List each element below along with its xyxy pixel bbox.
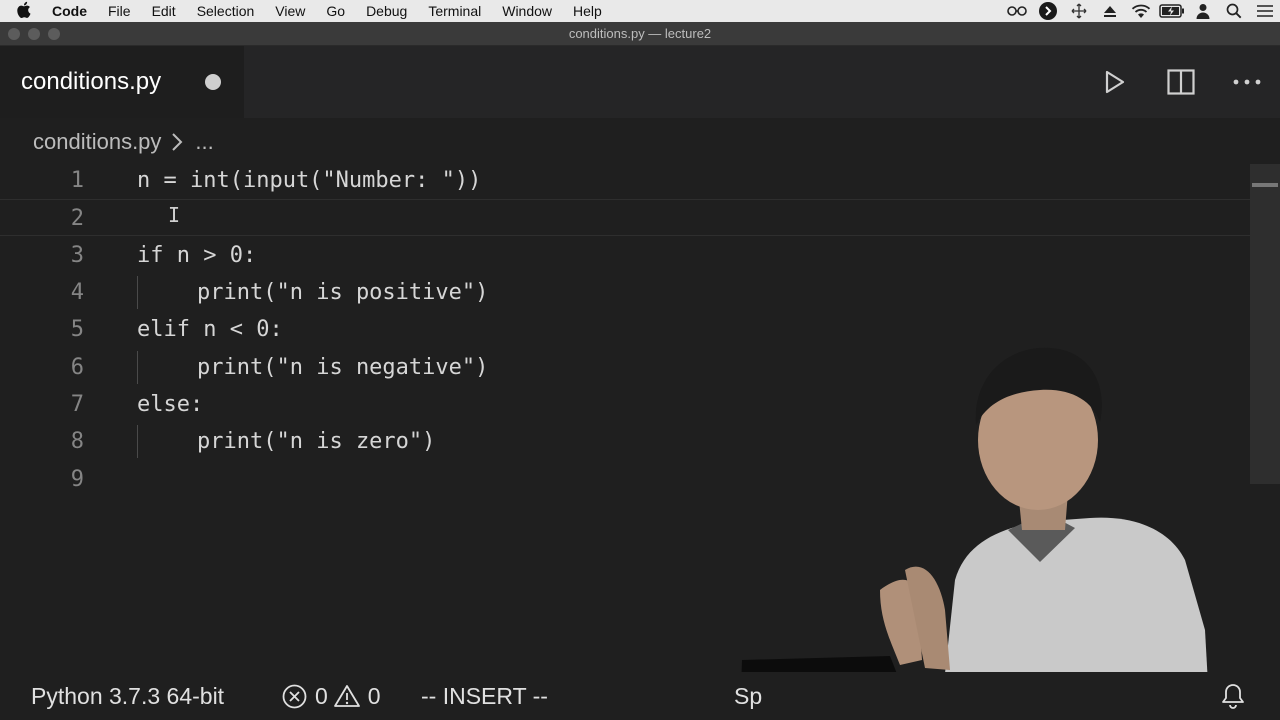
unsaved-dot-icon[interactable] bbox=[205, 74, 221, 90]
breadcrumb-file[interactable]: conditions.py bbox=[33, 129, 161, 155]
code-line[interactable]: 3 if n > 0: bbox=[0, 237, 1250, 274]
line-number: 7 bbox=[70, 392, 84, 417]
indent-guide bbox=[137, 425, 138, 458]
tab-label: conditions.py bbox=[21, 68, 162, 95]
error-count: 0 bbox=[315, 682, 328, 709]
code-text[interactable]: elif n < 0: bbox=[137, 311, 283, 348]
code-text[interactable]: print("n is zero") bbox=[197, 423, 435, 460]
presenter-video bbox=[740, 347, 1210, 720]
menu-view[interactable]: View bbox=[275, 3, 305, 19]
editor-actions bbox=[1082, 46, 1280, 118]
menu-bar-status bbox=[1001, 0, 1280, 22]
line-number: 1 bbox=[70, 168, 84, 193]
status-partial-label: Sp bbox=[734, 682, 763, 709]
scrollbar-cursor-marker bbox=[1252, 183, 1278, 187]
wifi-icon[interactable] bbox=[1125, 4, 1156, 19]
menu-edit[interactable]: Edit bbox=[152, 3, 176, 19]
menu-go[interactable]: Go bbox=[326, 3, 345, 19]
run-icon[interactable] bbox=[1082, 46, 1148, 118]
line-number: 6 bbox=[70, 355, 84, 380]
code-text[interactable]: if n > 0: bbox=[137, 237, 256, 274]
menu-terminal[interactable]: Terminal bbox=[428, 3, 481, 19]
tab-conditions-py[interactable]: conditions.py bbox=[0, 46, 244, 118]
arrow-circle-icon[interactable] bbox=[1032, 2, 1063, 20]
menu-help[interactable]: Help bbox=[573, 3, 602, 19]
code-text[interactable]: n = int(input("Number: ")) bbox=[137, 162, 481, 199]
breadcrumb: conditions.py ... bbox=[33, 126, 214, 158]
code-text[interactable]: print("n is positive") bbox=[197, 274, 488, 311]
interpreter-label: Python 3.7.3 64-bit bbox=[31, 682, 225, 709]
glasses-icon[interactable] bbox=[1001, 5, 1032, 17]
line-number: 3 bbox=[70, 243, 84, 268]
list-icon[interactable] bbox=[1249, 4, 1280, 18]
line-number: 5 bbox=[70, 317, 84, 342]
code-text[interactable]: print("n is negative") bbox=[197, 349, 488, 386]
search-icon[interactable] bbox=[1218, 3, 1249, 19]
vim-mode-label: -- INSERT -- bbox=[421, 682, 548, 709]
battery-icon[interactable] bbox=[1156, 4, 1187, 18]
indent-guide bbox=[137, 351, 138, 384]
warning-icon bbox=[333, 684, 360, 708]
menu-window[interactable]: Window bbox=[502, 3, 552, 19]
title-bar: conditions.py — lecture2 bbox=[0, 22, 1280, 46]
status-item-partial[interactable]: Sp bbox=[734, 672, 762, 720]
python-interpreter[interactable]: Python 3.7.3 64-bit bbox=[31, 672, 224, 720]
line-number: 9 bbox=[70, 467, 84, 492]
user-icon[interactable] bbox=[1187, 3, 1218, 19]
code-text[interactable]: else: bbox=[137, 386, 203, 423]
code-line[interactable]: 1 n = int(input("Number: ")) bbox=[0, 162, 1250, 199]
status-bar: Python 3.7.3 64-bit 0 0 -- INSERT -- Sp bbox=[0, 672, 1280, 720]
vim-mode: -- INSERT -- bbox=[421, 672, 548, 720]
bell-icon[interactable] bbox=[1221, 672, 1245, 720]
menu-selection[interactable]: Selection bbox=[197, 3, 255, 19]
problems-indicator[interactable]: 0 0 bbox=[282, 672, 387, 720]
split-editor-icon[interactable] bbox=[1148, 46, 1214, 118]
eject-icon[interactable] bbox=[1094, 4, 1125, 18]
more-icon[interactable] bbox=[1214, 46, 1280, 118]
menu-file[interactable]: File bbox=[108, 3, 131, 19]
line-number: 2 bbox=[70, 206, 84, 231]
indent-guide bbox=[137, 276, 138, 309]
text-cursor-icon: I bbox=[168, 203, 181, 227]
apple-icon[interactable] bbox=[16, 1, 32, 22]
menu-debug[interactable]: Debug bbox=[366, 3, 407, 19]
code-line[interactable]: 4 print("n is positive") bbox=[0, 274, 1250, 311]
chevron-right-icon bbox=[171, 132, 183, 152]
line-number: 8 bbox=[70, 429, 84, 454]
menu-bar: Code File Edit Selection View Go Debug T… bbox=[0, 0, 1280, 22]
tab-bar: conditions.py bbox=[0, 46, 1280, 118]
move-icon[interactable] bbox=[1063, 3, 1094, 19]
window-title: conditions.py — lecture2 bbox=[568, 26, 712, 41]
breadcrumb-more[interactable]: ... bbox=[195, 129, 213, 155]
warning-count: 0 bbox=[367, 682, 381, 709]
line-number: 4 bbox=[70, 280, 84, 305]
code-line-current[interactable]: 2 bbox=[0, 199, 1250, 236]
menu-code[interactable]: Code bbox=[52, 3, 87, 19]
error-icon bbox=[282, 684, 307, 709]
